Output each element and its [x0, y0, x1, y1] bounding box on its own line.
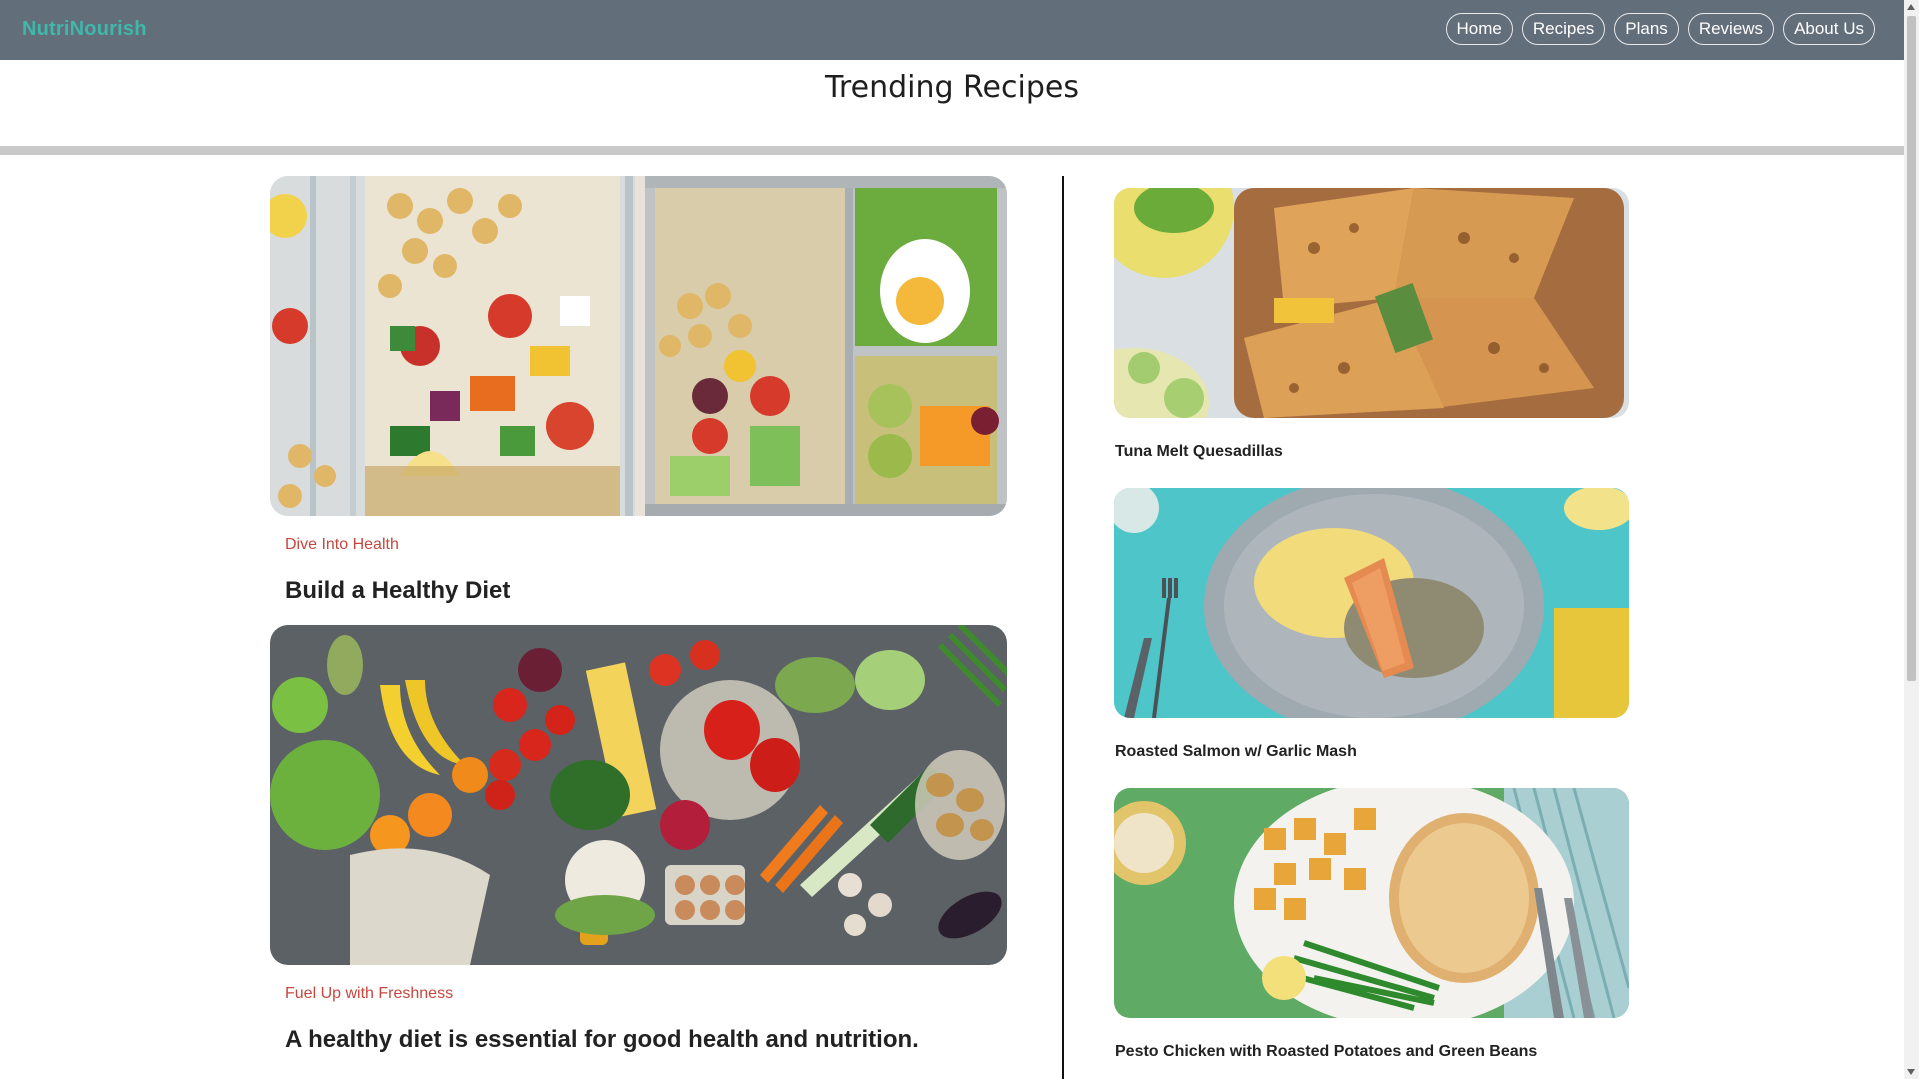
- brand-logo[interactable]: NutriNourish: [22, 18, 147, 41]
- nav-reviews-link[interactable]: Reviews: [1687, 13, 1775, 45]
- page: NutriNourish Home Recipes Plans Reviews …: [0, 0, 1919, 1079]
- scroll-down-arrow-icon[interactable]: [1907, 1069, 1915, 1075]
- nav-home-link[interactable]: Home: [1445, 13, 1513, 45]
- recipe-image-salmon[interactable]: [1114, 488, 1629, 718]
- scroll-up-arrow-icon[interactable]: [1907, 4, 1915, 10]
- feature-headline[interactable]: A healthy diet is essential for good hea…: [285, 1026, 919, 1054]
- feature-kicker: Fuel Up with Freshness: [285, 985, 454, 1002]
- recipe-title[interactable]: Pesto Chicken with Roasted Potatoes and …: [1115, 1043, 1537, 1061]
- feature-image-meal-prep[interactable]: [270, 176, 1007, 516]
- page-title: Trending Recipes: [825, 70, 1079, 105]
- scrollbar-thumb[interactable]: [1907, 16, 1916, 681]
- recipe-image-pesto-chicken[interactable]: [1114, 788, 1629, 1018]
- nav-links: Home Recipes Plans Reviews About Us: [1445, 13, 1875, 45]
- nav-plans-link[interactable]: Plans: [1614, 13, 1679, 45]
- nav-about-link[interactable]: About Us: [1783, 13, 1875, 45]
- top-navbar: NutriNourish Home Recipes Plans Reviews …: [0, 0, 1904, 60]
- recipe-title[interactable]: Roasted Salmon w/ Garlic Mash: [1115, 743, 1357, 761]
- nav-recipes-link[interactable]: Recipes: [1521, 13, 1606, 45]
- title-divider: [0, 146, 1904, 155]
- page-scrollbar[interactable]: [1904, 0, 1919, 1079]
- recipe-image-tuna-melt[interactable]: [1114, 188, 1629, 418]
- recipe-title[interactable]: Tuna Melt Quesadillas: [1115, 443, 1283, 461]
- feature-headline[interactable]: Build a Healthy Diet: [285, 577, 510, 605]
- feature-image-groceries[interactable]: [270, 625, 1007, 965]
- feature-kicker: Dive Into Health: [285, 536, 399, 553]
- column-divider: [1062, 176, 1064, 1079]
